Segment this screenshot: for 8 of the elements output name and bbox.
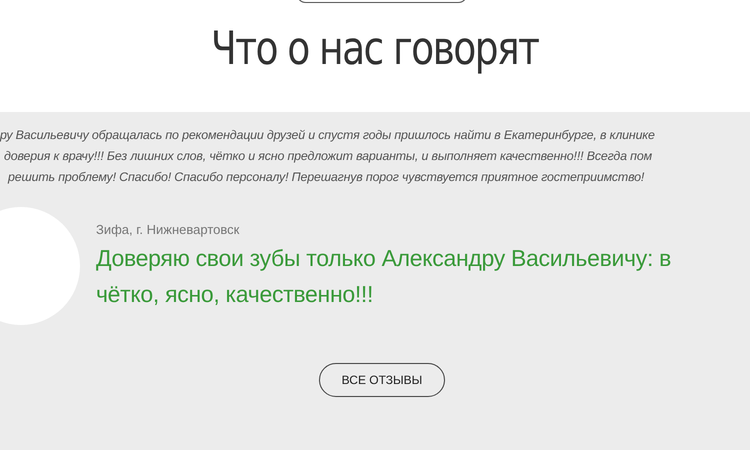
review-author: Зифа, г. Нижневартовск bbox=[96, 221, 240, 240]
review-quote: чётко, ясно, качественно!!! bbox=[96, 280, 374, 309]
review-text: ру Васильевичу обращалась по рекомендации друзей и спустя годы пришлось найти в Екатеринбурге, в клинике bbox=[0, 127, 655, 144]
review-text: решить проблему! Спасибо! Спасибо персоналу! Перешагнув порог чувствуется приятное гостеприимство! bbox=[6, 169, 644, 186]
all-reviews-button[interactable]: ВСЕ ОТЗЫВЫ bbox=[318, 363, 446, 397]
review-text: доверия к врачу!!! Без лишних слов, чётко и ясно предложит варианты, и выполняет качественно!!! Всегда пом bbox=[3, 148, 652, 165]
section-heading: Что о нас говорят bbox=[211, 21, 539, 75]
review-quote: Доверяю свои зубы только Александру Васильевичу: в bbox=[96, 244, 672, 273]
